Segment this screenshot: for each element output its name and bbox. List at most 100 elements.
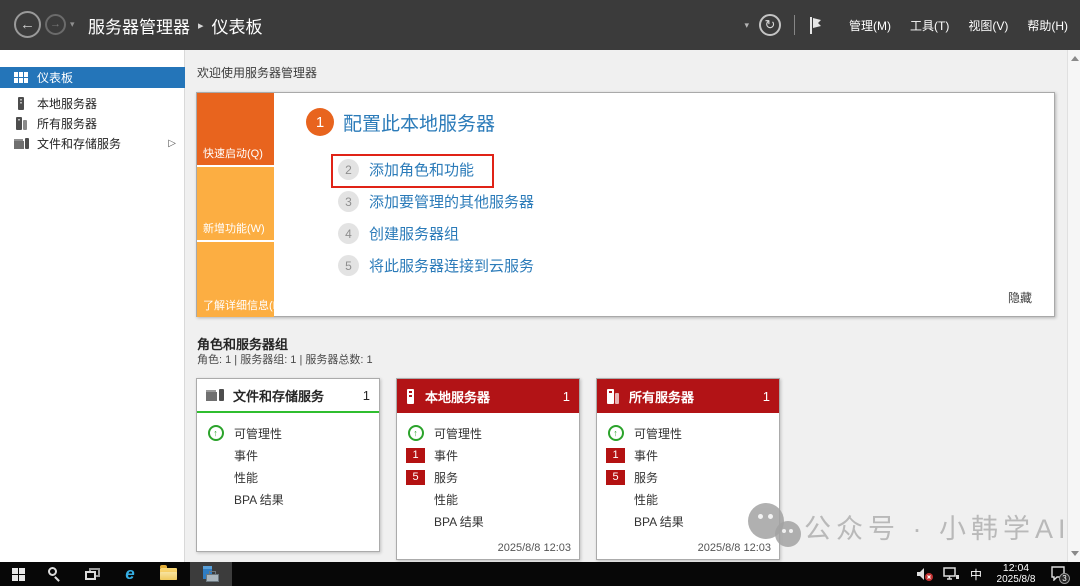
sidebar-item-label: 所有服务器	[37, 115, 97, 132]
refresh-button[interactable]: ↻	[759, 14, 781, 36]
network-button[interactable]	[938, 562, 964, 586]
scroll-down-arrow-icon[interactable]	[1071, 551, 1079, 556]
row-label: 性能	[434, 491, 458, 508]
row-bpa-results[interactable]: BPA 结果	[397, 510, 579, 532]
card-rows: ↑ 可管理性 1 事件 5 服务 性能	[597, 413, 779, 532]
card-header[interactable]: 本地服务器 1	[397, 379, 579, 413]
row-bpa-results[interactable]: BPA 结果	[197, 488, 379, 510]
row-label: 可管理性	[634, 425, 682, 442]
back-arrow-icon: ←	[20, 16, 35, 33]
step-label: 添加要管理的其他服务器	[369, 191, 534, 212]
main-content: 欢迎使用服务器管理器 快速启动(Q) 新增功能(W) 了解详细信息(L) 1 配…	[185, 50, 1080, 562]
titlebar: ← → ▾ 服务器管理器 ▸ 仪表板 ▾ ↻ 管理(M) 工	[0, 0, 1080, 50]
flag-icon	[808, 16, 823, 35]
card-header[interactable]: 文件和存储服务 1	[197, 379, 379, 413]
start-button[interactable]	[0, 562, 36, 586]
step-number-badge: 4	[338, 223, 359, 244]
servers-icon	[606, 389, 620, 404]
internet-explorer-button[interactable]: e	[112, 562, 148, 586]
toolbar-divider	[794, 15, 795, 35]
quick-start-section[interactable]: 快速启动(Q)	[197, 93, 274, 165]
row-services[interactable]: 5 服务	[597, 466, 779, 488]
task-view-button[interactable]	[74, 562, 110, 586]
welcome-header: 欢迎使用服务器管理器	[197, 64, 317, 81]
sidebar-item-local-server[interactable]: 本地服务器	[0, 93, 185, 114]
server-manager-taskbar-button[interactable]	[190, 562, 232, 586]
row-manageability[interactable]: ↑ 可管理性	[597, 422, 779, 444]
clock-date: 2025/8/8	[997, 574, 1036, 585]
row-label: 可管理性	[234, 425, 282, 442]
forward-button[interactable]: →	[45, 14, 66, 35]
vertical-scrollbar[interactable]	[1067, 50, 1080, 562]
card-title: 本地服务器	[425, 387, 490, 406]
internet-explorer-icon: e	[125, 564, 134, 584]
back-button[interactable]: ←	[14, 11, 41, 38]
sidebar-item-all-servers[interactable]: 所有服务器	[0, 113, 185, 134]
row-label: 事件	[234, 447, 258, 464]
server-icon	[13, 97, 29, 110]
server-icon	[406, 389, 416, 404]
status-up-icon: ↑	[608, 425, 624, 441]
sidebar-item-dashboard[interactable]: 仪表板	[0, 67, 185, 88]
row-services[interactable]: 5 服务	[397, 466, 579, 488]
row-label: 服务	[434, 469, 458, 486]
servers-icon	[13, 117, 29, 130]
ime-label: 中	[970, 566, 982, 583]
row-performance[interactable]: 性能	[397, 488, 579, 510]
row-events[interactable]: 事件	[197, 444, 379, 466]
expand-arrow-icon[interactable]: ▷	[168, 138, 176, 149]
windows-logo-icon	[12, 568, 25, 581]
step-connect-cloud[interactable]: 5 将此服务器连接到云服务	[338, 255, 534, 276]
sidebar-item-label: 仪表板	[37, 69, 73, 86]
learn-more-section[interactable]: 了解详细信息(L)	[197, 242, 274, 317]
menu-tools[interactable]: 工具(T)	[910, 17, 949, 34]
step-number-badge: 1	[306, 108, 334, 136]
scroll-up-arrow-icon[interactable]	[1071, 56, 1079, 61]
card-header[interactable]: 所有服务器 1	[597, 379, 779, 413]
row-events[interactable]: 1 事件	[397, 444, 579, 466]
row-events[interactable]: 1 事件	[597, 444, 779, 466]
row-performance[interactable]: 性能	[197, 466, 379, 488]
nav-history-caret-icon[interactable]: ▾	[70, 19, 75, 30]
alert-count-badge: 5	[406, 470, 425, 485]
row-manageability[interactable]: ↑ 可管理性	[397, 422, 579, 444]
taskbar-search-button[interactable]	[36, 562, 72, 586]
hide-link[interactable]: 隐藏	[1008, 289, 1032, 306]
volume-button[interactable]	[912, 562, 938, 586]
whats-new-section[interactable]: 新增功能(W)	[197, 167, 274, 240]
card-rows: ↑ 可管理性 1 事件 5 服务 性能	[397, 413, 579, 532]
breadcrumb: 服务器管理器 ▸ 仪表板	[88, 0, 263, 50]
notification-count-badge: 3	[1059, 573, 1070, 584]
action-center-button[interactable]: 3	[1044, 562, 1074, 586]
notifications-flag-button[interactable]	[808, 16, 823, 35]
card-title: 所有服务器	[629, 387, 694, 406]
step-label: 创建服务器组	[369, 223, 459, 244]
card-title: 文件和存储服务	[233, 386, 324, 405]
menu-view[interactable]: 视图(V)	[968, 17, 1008, 34]
step-number-badge: 5	[338, 255, 359, 276]
taskbar-clock[interactable]: 12:04 2025/8/8	[988, 562, 1044, 586]
step-add-other-servers[interactable]: 3 添加要管理的其他服务器	[338, 191, 534, 212]
card-rows: ↑ 可管理性 事件 性能 BPA 结果	[197, 413, 379, 510]
file-explorer-button[interactable]	[150, 562, 186, 586]
menu-help[interactable]: 帮助(H)	[1027, 17, 1068, 34]
step-configure-local-server[interactable]: 1 配置此本地服务器	[306, 108, 495, 136]
search-icon	[47, 567, 61, 581]
alert-count-badge: 1	[606, 448, 625, 463]
sidebar-item-label: 文件和存储服务	[37, 135, 121, 152]
ime-indicator[interactable]: 中	[964, 562, 988, 586]
speaker-muted-icon	[916, 567, 934, 581]
sidebar-item-file-storage[interactable]: 文件和存储服务 ▷	[0, 133, 185, 154]
card-last-refresh: 2025/8/8 12:03	[698, 542, 771, 554]
step-label: 配置此本地服务器	[343, 109, 495, 136]
refresh-dropdown-caret-icon[interactable]: ▾	[744, 20, 749, 31]
app-title: 服务器管理器	[88, 13, 190, 38]
row-manageability[interactable]: ↑ 可管理性	[197, 422, 379, 444]
page-title: 仪表板	[212, 13, 263, 38]
row-bpa-results[interactable]: BPA 结果	[597, 510, 779, 532]
whats-new-label: 新增功能(W)	[203, 220, 265, 236]
step-create-server-group[interactable]: 4 创建服务器组	[338, 223, 459, 244]
menu-manage[interactable]: 管理(M)	[849, 17, 891, 34]
row-performance[interactable]: 性能	[597, 488, 779, 510]
status-up-icon: ↑	[208, 425, 224, 441]
